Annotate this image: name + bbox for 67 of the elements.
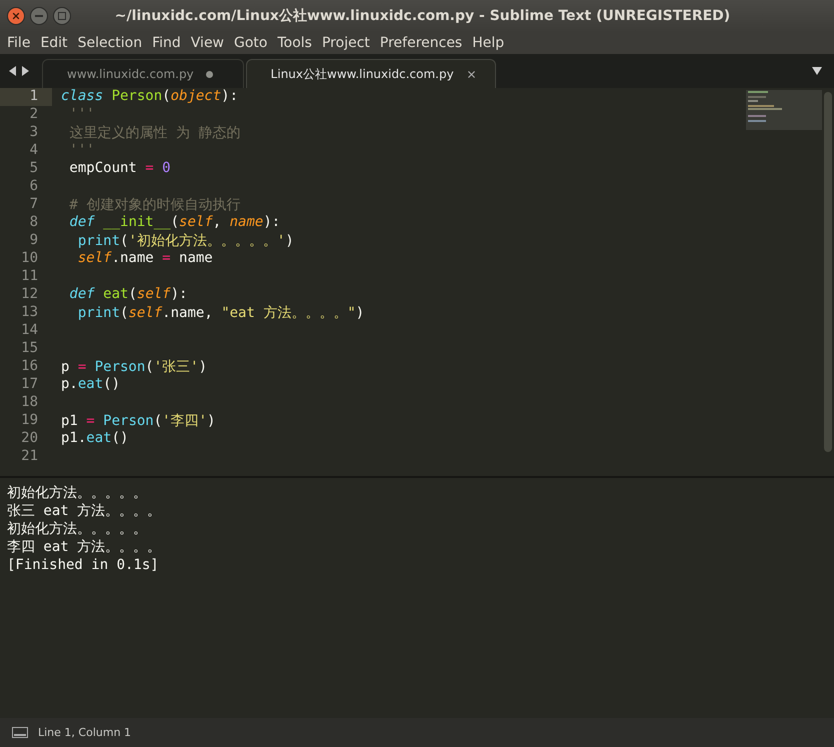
- output-line: [Finished in 0.1s]: [7, 556, 160, 574]
- code-line: class Person(object):: [61, 88, 240, 106]
- code-line: print(self.name, "eat 方法。。。。"): [76, 304, 366, 322]
- dropdown-icon[interactable]: [812, 67, 822, 75]
- code-line: # 创建对象的时候自动执行: [68, 196, 242, 214]
- code-line: self.name = name: [76, 250, 214, 268]
- code-line: p1.eat(): [61, 430, 130, 448]
- menu-item[interactable]: Preferences: [374, 35, 468, 51]
- minimap-drawing[interactable]: [746, 90, 822, 130]
- code-line: p = Person('张三'): [61, 358, 208, 376]
- line-number: 11: [20, 268, 39, 286]
- menu-item[interactable]: Tools: [272, 35, 317, 51]
- window-title: ~/linuxidc.com/Linux公社www.linuxidc.com.py - Sublime Text (UNREGISTERED): [114, 7, 732, 25]
- output-line: 李四 eat 方法。。。。: [7, 538, 162, 556]
- line-number: 9: [28, 232, 39, 250]
- code-line: def __init__(self, name):: [68, 214, 282, 232]
- menu-item[interactable]: Find: [147, 35, 186, 51]
- output-line: 初始化方法。。。。。: [7, 520, 148, 538]
- code-line: p.eat(): [61, 376, 122, 394]
- menu-item[interactable]: Edit: [35, 35, 73, 51]
- line-number: 10: [20, 250, 39, 268]
- output-line: 初始化方法。。。。。: [7, 484, 148, 502]
- line-number: 8: [28, 214, 39, 232]
- close-button[interactable]: [7, 7, 25, 25]
- menu-item[interactable]: File: [2, 35, 36, 51]
- code-line: 这里定义的属性 为 静态的: [68, 124, 242, 142]
- line-number: 21: [20, 448, 39, 466]
- code-line: print('初始化方法。。。。。'): [76, 232, 295, 250]
- close-icon: [11, 11, 21, 21]
- line-number: 1: [0, 88, 52, 106]
- output-line: 张三 eat 方法。。。。: [7, 502, 162, 520]
- scrollbar-thumb[interactable]: [824, 92, 832, 452]
- minimize-button[interactable]: [30, 7, 48, 25]
- code-line: empCount = 0: [68, 160, 172, 178]
- line-number: 18: [20, 394, 39, 412]
- line-number: 3: [28, 124, 39, 142]
- code-line: def eat(self):: [68, 286, 188, 304]
- menu-item[interactable]: Project: [316, 35, 375, 51]
- line-number: 20: [20, 430, 39, 448]
- menu-item[interactable]: Selection: [72, 35, 148, 51]
- minimize-icon: [35, 15, 43, 17]
- file-tab[interactable]: Linux公社www.linuxidc.com.py: [246, 59, 496, 88]
- unsaved-dot-icon: [206, 70, 213, 78]
- menu-item[interactable]: Goto: [229, 35, 272, 51]
- line-number: 5: [28, 160, 39, 178]
- line-number: 2: [28, 106, 39, 124]
- code-line: p1 = Person('李四'): [61, 412, 216, 430]
- code-line: ''': [68, 106, 96, 124]
- menu-item[interactable]: Help: [467, 35, 510, 51]
- line-number: 19: [20, 412, 39, 430]
- line-number: 6: [28, 178, 39, 196]
- cursor-position: Line 1, Column 1: [38, 726, 132, 739]
- file-tab[interactable]: www.linuxidc.com.py: [42, 59, 244, 88]
- line-number: 12: [20, 286, 39, 304]
- line-number: 7: [28, 196, 39, 214]
- line-number: 13: [20, 304, 39, 322]
- line-number: 16: [20, 358, 39, 376]
- line-number: 14: [20, 322, 39, 340]
- line-number: 15: [20, 340, 39, 358]
- maximize-icon: [58, 12, 66, 20]
- close-icon[interactable]: [466, 68, 477, 80]
- maximize-button[interactable]: [53, 7, 71, 25]
- line-number: 4: [28, 142, 39, 160]
- panel-toggle-icon[interactable]: [12, 727, 28, 738]
- line-number: 17: [20, 376, 39, 394]
- code-line: ''': [68, 142, 96, 160]
- menu-item[interactable]: View: [186, 35, 230, 51]
